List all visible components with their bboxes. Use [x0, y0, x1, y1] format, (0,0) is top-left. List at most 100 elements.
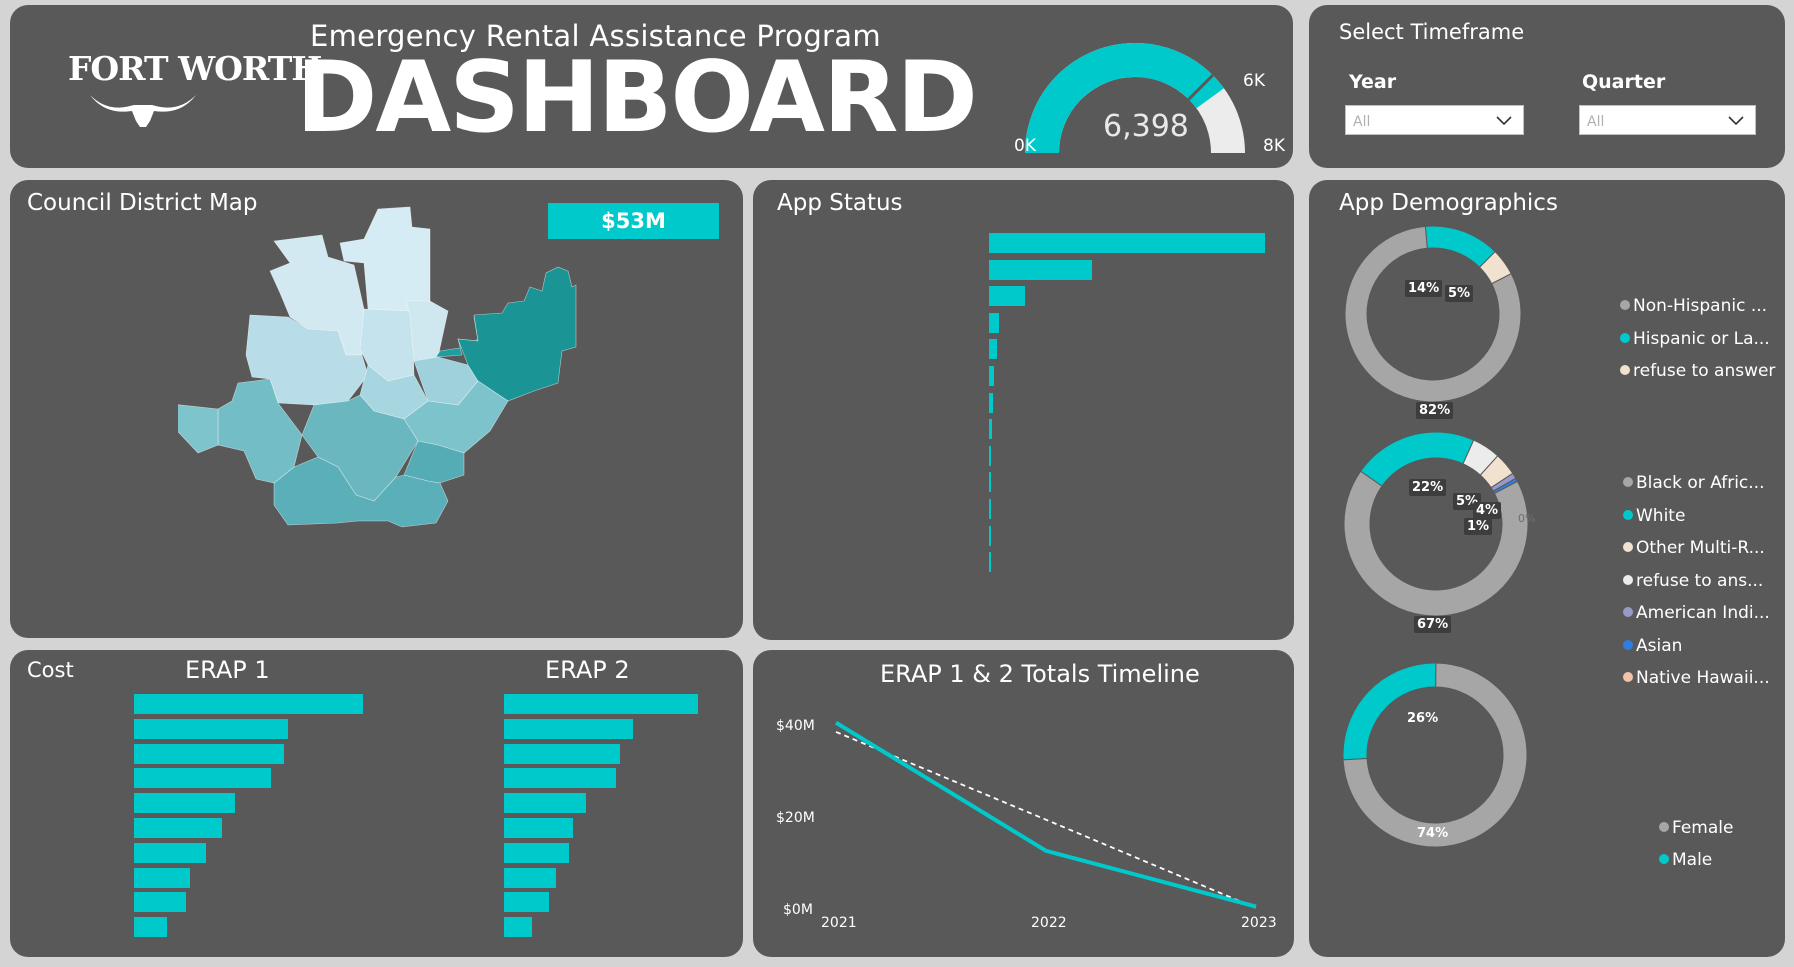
- app-status-chart: [753, 180, 1294, 640]
- erap1-bar: [134, 743, 285, 764]
- timeframe-title: Select Timeframe: [1339, 20, 1525, 44]
- erap1-bar: [134, 694, 363, 714]
- erap1-bar: [134, 793, 236, 814]
- erap1-bar: [134, 867, 190, 888]
- status-bar: [989, 552, 991, 573]
- legend-dot-icon: [1623, 574, 1633, 585]
- longhorn-icon: [90, 95, 196, 127]
- totals-line: [834, 720, 1257, 909]
- year-dropdown[interactable]: All: [1345, 105, 1524, 135]
- app-status-panel: App Status: [753, 180, 1294, 640]
- legend-label: Female: [1672, 818, 1734, 838]
- race-label-asian: 1%: [1464, 518, 1493, 535]
- legend-dot-icon: [1623, 509, 1633, 520]
- erap2-bar: [504, 793, 586, 814]
- legend-label: American Indi...: [1636, 603, 1770, 623]
- erap1-chart: [10, 650, 376, 957]
- ethnicity-legend-item[interactable]: Hispanic or La...: [1620, 329, 1770, 349]
- gender-legend-item[interactable]: Female: [1659, 818, 1733, 838]
- legend-label: Non-Hispanic ...: [1633, 296, 1768, 316]
- erap2-bar: [504, 867, 556, 888]
- status-bar: [989, 472, 991, 493]
- erap2-bar: [504, 842, 569, 863]
- race-legend-item[interactable]: Other Multi-R...: [1623, 538, 1765, 558]
- race-legend-item[interactable]: refuse to ans...: [1623, 571, 1763, 591]
- legend-label: Black or Afric...: [1636, 473, 1765, 493]
- legend-dot-icon: [1623, 477, 1633, 487]
- gauge-min-label: 0K: [1014, 136, 1036, 156]
- dashboard-title: DASHBOARD: [296, 41, 978, 155]
- legend-dot-icon: [1623, 607, 1633, 617]
- race-label-white: 22%: [1409, 479, 1447, 496]
- ethnicity-slice[interactable]: [1424, 225, 1496, 268]
- legend-dot-icon: [1659, 822, 1669, 832]
- status-bar: [989, 366, 994, 386]
- gender-label-male: 26%: [1407, 711, 1439, 726]
- chevron-down-icon: [1728, 116, 1744, 126]
- timeframe-panel: Select Timeframe Year All Quarter All: [1309, 5, 1785, 168]
- eth-label-nonhispanic: 82%: [1416, 402, 1454, 419]
- chevron-down-icon: [1496, 116, 1512, 126]
- erap2-bar: [504, 743, 621, 764]
- gauge-value: 6,398: [1103, 109, 1189, 144]
- status-bar: [989, 233, 1265, 253]
- race-label-refuse: 4%: [1473, 502, 1502, 519]
- legend-dot-icon: [1620, 365, 1630, 375]
- quarter-label: Quarter: [1582, 71, 1666, 93]
- year-dropdown-value: All: [1353, 114, 1371, 130]
- fort-worth-logo: FORT WORTH®: [68, 49, 330, 88]
- race-legend-item[interactable]: White: [1623, 506, 1685, 526]
- erap1-bar: [134, 768, 272, 789]
- legend-dot-icon: [1659, 854, 1669, 864]
- erap2-chart: [370, 650, 743, 957]
- header-panel: FORT WORTH® Emergency Rental Assistance …: [10, 5, 1293, 168]
- erap2-bar: [504, 818, 573, 838]
- district-misc: [178, 404, 219, 454]
- status-bar: [989, 499, 991, 519]
- status-bar: [989, 259, 1093, 280]
- erap1-bar: [134, 917, 167, 938]
- legend-dot-icon: [1620, 332, 1630, 343]
- erap2-bar: [504, 917, 533, 938]
- status-bar: [989, 312, 999, 333]
- legend-label: Other Multi-R...: [1636, 538, 1765, 558]
- legend-label: Hispanic or La...: [1633, 328, 1770, 349]
- race-legend-item[interactable]: Black or Afric...: [1623, 473, 1764, 493]
- erap2-bar: [504, 718, 634, 739]
- legend-label: Asian: [1636, 635, 1683, 656]
- quarter-dropdown[interactable]: All: [1579, 105, 1756, 135]
- ethnicity-legend-item[interactable]: Non-Hispanic ...: [1620, 296, 1767, 316]
- status-bar: [989, 525, 991, 546]
- logo-text: FORT WORTH: [68, 49, 322, 88]
- ethnicity-legend-item[interactable]: refuse to answer: [1620, 361, 1775, 381]
- erap1-bar: [134, 718, 288, 739]
- council-district-map[interactable]: [178, 205, 578, 605]
- trend-line: [835, 731, 1257, 909]
- race-label-faint: 0%: [1518, 512, 1536, 525]
- erap2-bar: [504, 694, 698, 714]
- legend-label: refuse to ans...: [1636, 570, 1764, 591]
- year-label: Year: [1349, 71, 1397, 93]
- legend-dot-icon: [1623, 542, 1633, 552]
- legend-label: refuse to answer: [1633, 361, 1776, 381]
- demographics-panel: App Demographics Non-Hispanic ... Hispani…: [1309, 180, 1785, 957]
- erap2-bar: [504, 768, 617, 789]
- race-legend-item[interactable]: Asian: [1623, 636, 1682, 656]
- erap1-bar: [134, 818, 223, 838]
- race-legend-item[interactable]: American Indi...: [1623, 603, 1770, 623]
- erap1-bar: [134, 842, 206, 863]
- legend-dot-icon: [1623, 672, 1633, 682]
- race-legend-item[interactable]: Native Hawaii...: [1623, 668, 1770, 688]
- legend-label: Native Hawaii...: [1636, 668, 1770, 688]
- gender-legend-item[interactable]: Male: [1659, 850, 1712, 870]
- legend-label: White: [1636, 505, 1686, 526]
- status-bar: [989, 339, 997, 360]
- status-bar: [989, 392, 993, 413]
- status-bar: [989, 419, 993, 440]
- legend-dot-icon: [1623, 639, 1633, 650]
- gauge-max-label: 8K: [1263, 136, 1285, 156]
- cost-panel: Cost ERAP 1 ERAP 2: [10, 650, 743, 957]
- gauge-target-label: 6K: [1243, 71, 1265, 91]
- status-bar: [989, 445, 992, 466]
- legend-label: Male: [1672, 850, 1713, 870]
